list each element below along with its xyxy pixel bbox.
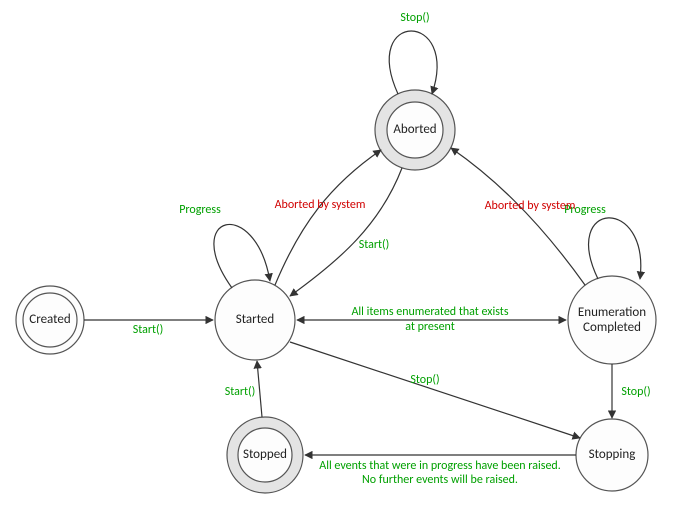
edge-label-stopping-stopped-l1: All events that were in progress have be… bbox=[319, 459, 561, 473]
edge-stopped-started bbox=[257, 361, 262, 417]
edge-label-enum-stopping: Stop() bbox=[621, 385, 650, 399]
state-started: Started bbox=[215, 280, 295, 360]
state-label-stopped: Stopped bbox=[243, 447, 287, 462]
edge-started-self bbox=[214, 224, 270, 288]
state-label-enum-l1: Enumeration bbox=[578, 305, 646, 320]
edge-label-enum-aborted: Aborted by system bbox=[485, 199, 576, 213]
edge-enum-self bbox=[589, 218, 641, 279]
state-stopping: Stopping bbox=[576, 419, 648, 491]
edge-started-stopping bbox=[290, 342, 580, 438]
state-stopped: Stopped bbox=[227, 417, 303, 493]
edge-label-created-started: Start() bbox=[133, 323, 164, 337]
edge-label-started-stopping: Stop() bbox=[410, 373, 439, 387]
edge-label-aborted-started: Start() bbox=[359, 238, 390, 252]
edge-label-started-aborted: Aborted by system bbox=[275, 198, 366, 212]
edge-label-started-enum-l2: at present bbox=[405, 320, 455, 334]
state-label-enum-l2: Completed bbox=[583, 320, 641, 335]
edge-label-started-enum-l1: All items enumerated that exists bbox=[351, 305, 508, 319]
state-enum-completed: Enumeration Completed bbox=[568, 276, 656, 364]
edge-label-stopped-started: Start() bbox=[225, 385, 256, 399]
state-created: Created bbox=[16, 286, 84, 354]
state-diagram: Created Started Aborted Enumeration Comp… bbox=[0, 0, 694, 521]
edge-aborted-self bbox=[389, 31, 437, 94]
edge-aborted-started bbox=[290, 168, 402, 296]
edge-label-aborted-self: Stop() bbox=[400, 11, 429, 25]
state-aborted: Aborted bbox=[375, 90, 455, 170]
state-label-created: Created bbox=[29, 312, 70, 327]
edge-label-started-self: Progress bbox=[179, 203, 221, 217]
edge-label-stopping-stopped-l2: No further events will be raised. bbox=[362, 473, 518, 487]
state-label-started: Started bbox=[236, 312, 274, 327]
edge-started-aborted bbox=[275, 150, 381, 285]
state-label-stopping: Stopping bbox=[589, 447, 636, 462]
state-label-aborted: Aborted bbox=[393, 122, 436, 137]
